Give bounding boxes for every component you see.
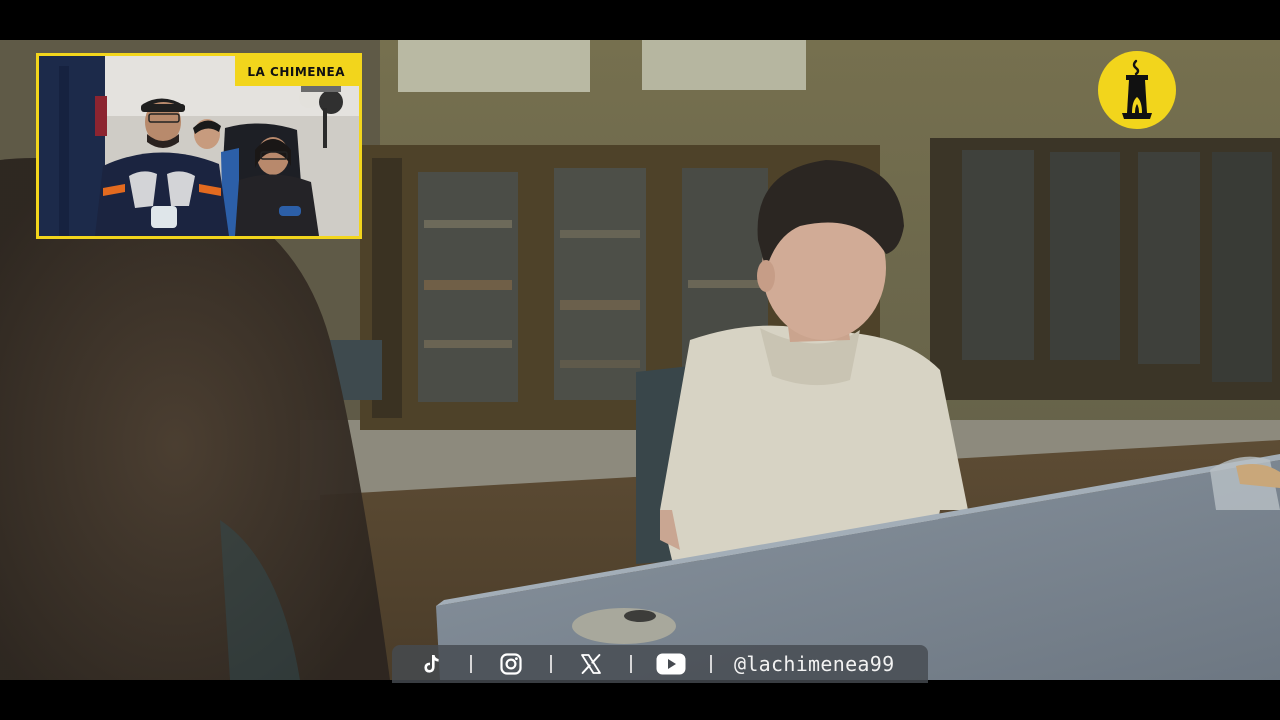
separator xyxy=(550,655,552,673)
chimney-logo-icon xyxy=(1098,51,1176,129)
channel-label: LA CHIMENEA xyxy=(235,56,359,86)
chimney-logo-graphic xyxy=(1122,59,1152,119)
social-bar: @lachimenea99 xyxy=(392,645,928,683)
separator xyxy=(630,655,632,673)
separator xyxy=(710,655,712,673)
tiktok-icon[interactable] xyxy=(414,645,448,683)
streamer-webcam: LA CHIMENEA xyxy=(36,53,362,239)
stream-frame: LA CHIMENEA @lachimenea99 xyxy=(0,0,1280,720)
instagram-icon[interactable] xyxy=(494,645,528,683)
letterbox-bottom xyxy=(0,680,1280,720)
separator xyxy=(470,655,472,673)
letterbox-top xyxy=(0,0,1280,40)
youtube-icon[interactable] xyxy=(654,645,688,683)
x-icon[interactable] xyxy=(574,645,608,683)
social-handle[interactable]: @lachimenea99 xyxy=(734,652,894,676)
